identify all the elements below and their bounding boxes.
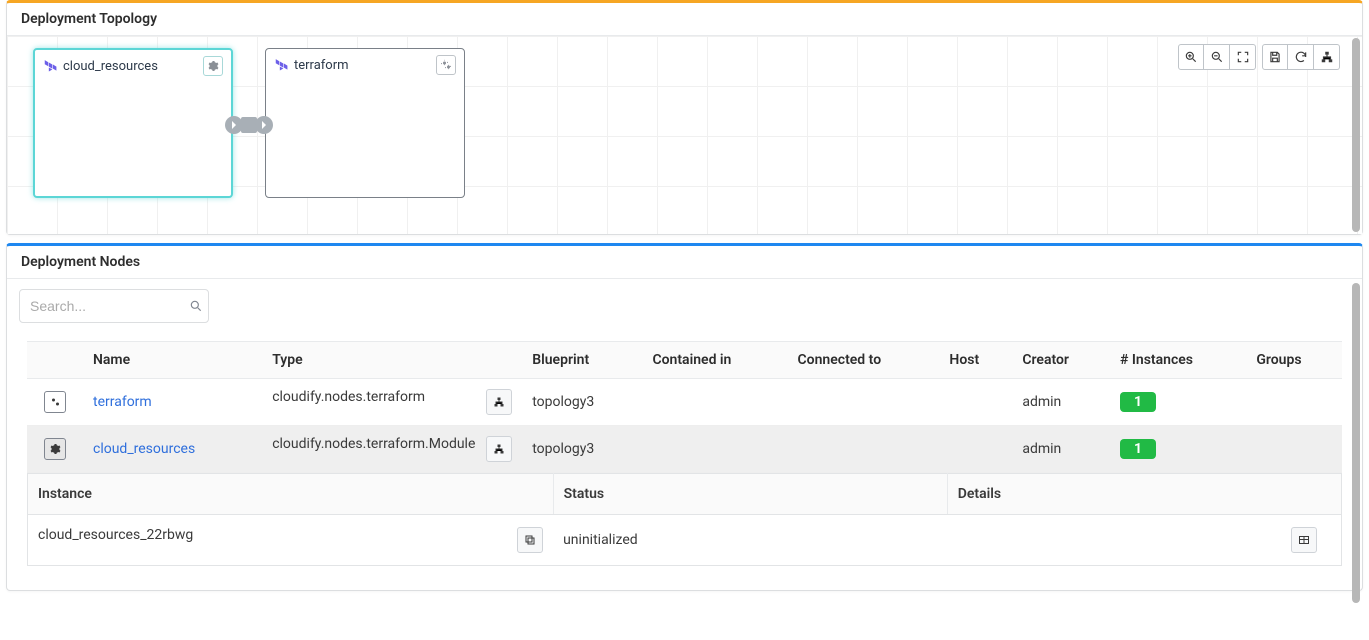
node-host xyxy=(939,379,1012,426)
zoom-in-icon xyxy=(1184,50,1198,64)
instances-badge: 1 xyxy=(1120,439,1156,459)
node-host xyxy=(939,426,1012,473)
col-creator[interactable]: Creator xyxy=(1012,342,1110,379)
topology-canvas[interactable]: cloud_resources terraform xyxy=(7,36,1362,234)
node-groups xyxy=(1246,379,1342,426)
expand-icon xyxy=(1236,50,1250,64)
col-name[interactable]: Name xyxy=(83,342,262,379)
topology-node-cloud-resources[interactable]: cloud_resources xyxy=(33,48,233,198)
col-blueprint[interactable]: Blueprint xyxy=(522,342,642,379)
gear-icon xyxy=(49,443,61,455)
node-type-icon xyxy=(44,391,66,413)
chevron-right-icon xyxy=(229,120,239,130)
save-layout-button[interactable] xyxy=(1262,44,1288,70)
topology-node-terraform[interactable]: terraform xyxy=(265,48,465,198)
instance-status-text: uninitialized xyxy=(553,515,947,566)
instance-details-button[interactable] xyxy=(1291,527,1317,553)
type-hierarchy-button[interactable] xyxy=(486,436,512,462)
search-wrapper xyxy=(19,289,209,323)
col-instances[interactable]: # Instances xyxy=(1110,342,1246,379)
sitemap-icon xyxy=(493,396,505,408)
node-blueprint-text: topology3 xyxy=(522,426,642,473)
copy-instance-id-button[interactable] xyxy=(517,527,543,553)
node-blueprint-text: topology3 xyxy=(522,379,642,426)
node-contained-in xyxy=(642,379,787,426)
search-input[interactable] xyxy=(19,289,209,323)
instances-table: Instance Status Details cloud_resources_… xyxy=(27,473,1342,566)
node-connected-to xyxy=(788,379,940,426)
instance-id-text: cloud_resources_22rbwg xyxy=(38,527,193,543)
node-connected-to xyxy=(788,426,940,473)
search-icon xyxy=(189,299,203,313)
node-type-icon xyxy=(44,438,66,460)
topology-toolbar xyxy=(1172,44,1340,70)
table-row[interactable]: terraform cloudify.nodes.terraform topol… xyxy=(27,379,1342,426)
col-groups[interactable]: Groups xyxy=(1246,342,1342,379)
gear-icon xyxy=(207,60,219,72)
save-icon xyxy=(1268,50,1282,64)
zoom-out-icon xyxy=(1210,50,1224,64)
col-status[interactable]: Status xyxy=(553,474,947,515)
panel-scrollbar[interactable] xyxy=(1352,38,1360,232)
auto-layout-button[interactable] xyxy=(1314,44,1340,70)
deployment-nodes-panel: Deployment Nodes Name Type Blueprint Con… xyxy=(6,243,1363,591)
undo-icon xyxy=(1294,50,1308,64)
gears-icon xyxy=(49,396,61,408)
topology-connector xyxy=(225,116,273,134)
col-details[interactable]: Details xyxy=(947,474,1341,515)
sitemap-icon xyxy=(1320,50,1334,64)
sitemap-icon xyxy=(493,443,505,455)
terraform-icon xyxy=(274,58,288,72)
table-row[interactable]: cloud_resources cloudify.nodes.terraform… xyxy=(27,426,1342,473)
topology-node-label: terraform xyxy=(294,58,349,73)
col-type[interactable]: Type xyxy=(262,342,522,379)
copy-icon xyxy=(524,534,536,546)
node-name-link[interactable]: cloud_resources xyxy=(93,441,195,457)
instance-row[interactable]: cloud_resources_22rbwg uninitialized xyxy=(28,515,1342,566)
fit-screen-button[interactable] xyxy=(1230,44,1256,70)
node-creator: admin xyxy=(1012,426,1110,473)
deployment-topology-panel: Deployment Topology cloud_resources xyxy=(6,0,1363,235)
deployment-topology-title: Deployment Topology xyxy=(7,3,1362,36)
col-host[interactable]: Host xyxy=(939,342,1012,379)
type-hierarchy-button[interactable] xyxy=(486,389,512,415)
table-icon xyxy=(1298,534,1310,546)
node-type-text: cloudify.nodes.terraform xyxy=(272,389,425,405)
terraform-icon xyxy=(43,59,57,73)
gears-icon xyxy=(440,59,452,71)
undo-button[interactable] xyxy=(1288,44,1314,70)
zoom-in-button[interactable] xyxy=(1178,44,1204,70)
col-instance[interactable]: Instance xyxy=(28,474,554,515)
node-settings-button[interactable] xyxy=(436,55,456,75)
nodes-table: Name Type Blueprint Contained in Connect… xyxy=(27,341,1342,473)
node-creator: admin xyxy=(1012,379,1110,426)
panel-scrollbar[interactable] xyxy=(1352,283,1360,603)
node-groups xyxy=(1246,426,1342,473)
node-contained-in xyxy=(642,426,787,473)
zoom-out-button[interactable] xyxy=(1204,44,1230,70)
chevron-right-icon xyxy=(259,120,269,130)
node-type-text: cloudify.nodes.terraform.Module xyxy=(272,436,475,452)
deployment-nodes-title: Deployment Nodes xyxy=(7,246,1362,279)
node-name-link[interactable]: terraform xyxy=(93,394,152,410)
node-settings-button[interactable] xyxy=(203,56,223,76)
instances-badge: 1 xyxy=(1120,392,1156,412)
topology-node-label: cloud_resources xyxy=(63,59,158,74)
col-contained-in[interactable]: Contained in xyxy=(642,342,787,379)
col-connected-to[interactable]: Connected to xyxy=(788,342,940,379)
